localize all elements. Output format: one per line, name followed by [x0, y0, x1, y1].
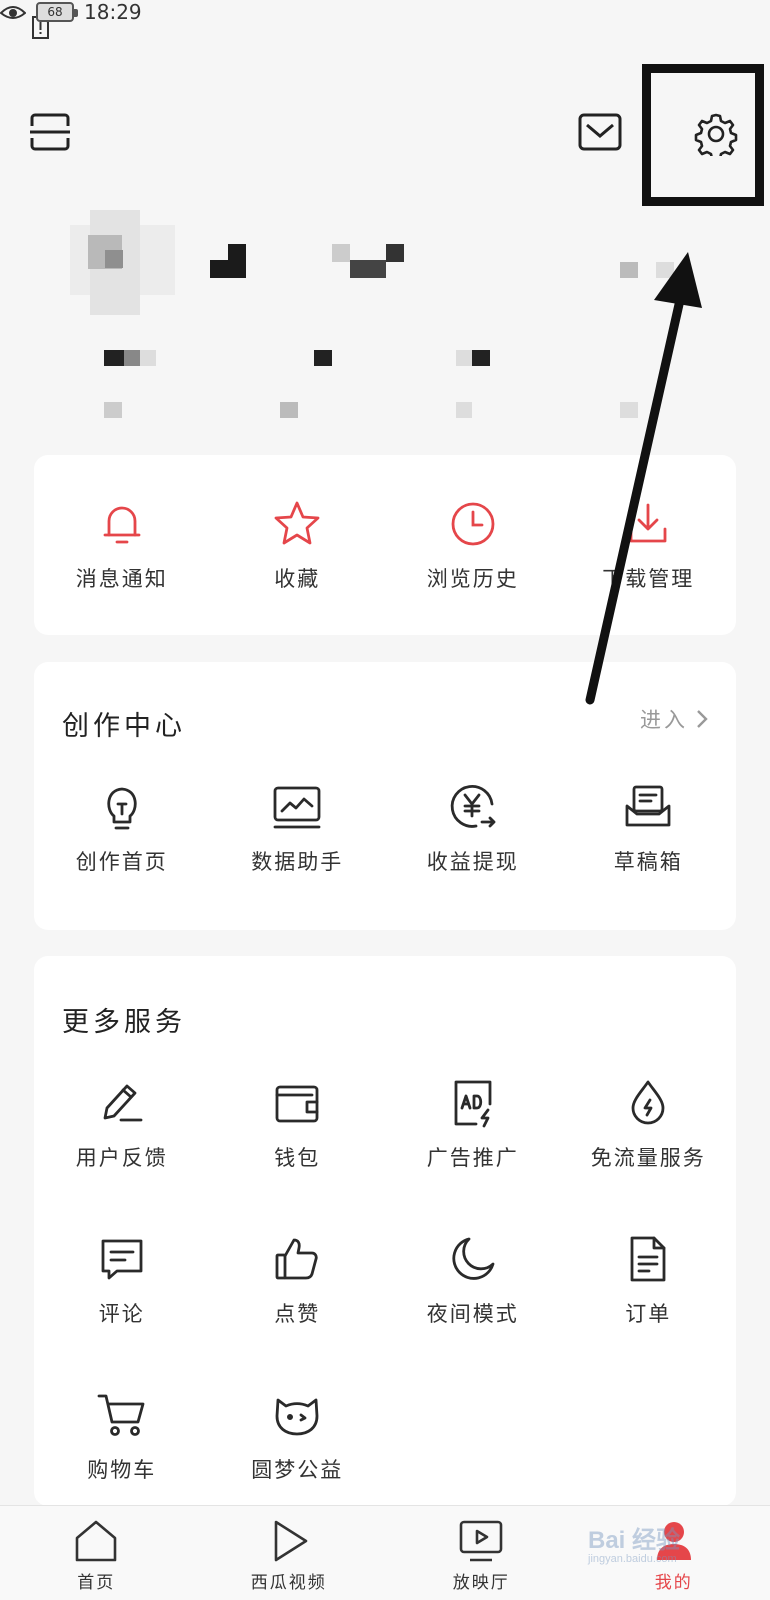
charity-button[interactable]: 圆梦公益	[210, 1388, 386, 1484]
quick-actions-card: 消息通知 收藏 浏览历史 下载管理	[34, 455, 736, 635]
chart-monitor-icon	[273, 786, 321, 829]
nav-mine-label: 我的	[654, 1573, 693, 1593]
more-services-card: 更多服务 用户反馈 钱包 广告推广 免流量服务 评论 点赞 夜间模式 订单 购物…	[34, 956, 736, 1506]
orders-label: 订单	[625, 1302, 672, 1326]
cart-button[interactable]: 购物车	[34, 1388, 210, 1484]
wallet-label: 钱包	[274, 1146, 321, 1170]
nav-home-label: 首页	[77, 1573, 116, 1593]
scan-icon[interactable]	[28, 112, 72, 152]
cat-face-icon	[275, 1398, 319, 1436]
creator-center-card: 创作中心 进入 创作首页 数据助手 收益提现 草稿箱	[34, 662, 736, 930]
favorites-label: 收藏	[274, 567, 321, 591]
wallet-icon	[275, 1085, 319, 1123]
creator-center-enter-link[interactable]: 进入	[640, 704, 708, 734]
favorites-button[interactable]: 收藏	[210, 497, 386, 593]
downloads-button[interactable]: 下载管理	[561, 497, 737, 593]
comment-icon	[101, 1239, 143, 1280]
section-title-creator-center: 创作中心	[62, 711, 186, 742]
earnings-withdraw-label: 收益提现	[426, 850, 519, 874]
history-button[interactable]: 浏览历史	[385, 497, 561, 593]
ad-promotion-button[interactable]: 广告推广	[385, 1076, 561, 1172]
orders-button[interactable]: 订单	[561, 1232, 737, 1328]
cart-icon	[97, 1394, 145, 1436]
status-right: 68 18:29	[0, 0, 770, 24]
moon-icon	[452, 1237, 495, 1280]
bell-icon	[103, 506, 141, 544]
drafts-box-icon	[625, 785, 671, 827]
profile-area	[0, 200, 770, 430]
annotation-highlight-box	[642, 64, 764, 206]
drafts-label: 草稿箱	[613, 850, 683, 874]
downloads-label: 下载管理	[602, 567, 695, 591]
data-assistant-label: 数据助手	[251, 850, 344, 874]
likes-label: 点赞	[274, 1302, 321, 1326]
eye-comfort-icon	[0, 6, 26, 19]
order-doc-icon	[630, 1236, 666, 1282]
clock-icon	[451, 502, 495, 546]
notifications-button[interactable]: 消息通知	[34, 497, 210, 593]
watermark-main: Bai 经验	[588, 1527, 681, 1554]
nav-xigua-label: 西瓜视频	[250, 1573, 327, 1593]
star-icon	[274, 501, 320, 545]
status-bar: 68 18:29	[0, 0, 770, 60]
history-label: 浏览历史	[426, 567, 519, 591]
cart-label: 购物车	[87, 1458, 157, 1482]
nav-cinema[interactable]: 放映厅	[385, 1506, 578, 1600]
night-mode-button[interactable]: 夜间模式	[385, 1232, 561, 1328]
play-icon	[274, 1520, 308, 1562]
yuan-coin-icon	[450, 784, 496, 828]
lightbulb-icon	[107, 787, 137, 830]
pen-icon	[103, 1084, 143, 1122]
status-time: 18:29	[84, 0, 142, 24]
chevron-right-icon	[697, 710, 708, 728]
creator-home-button[interactable]: 创作首页	[34, 780, 210, 876]
ad-promotion-label: 广告推广	[426, 1146, 519, 1170]
feedback-label: 用户反馈	[75, 1146, 168, 1170]
data-drop-icon	[631, 1080, 665, 1125]
likes-button[interactable]: 点赞	[210, 1232, 386, 1328]
notifications-label: 消息通知	[75, 567, 168, 591]
nav-home[interactable]: 首页	[0, 1506, 193, 1600]
wallet-button[interactable]: 钱包	[210, 1076, 386, 1172]
nav-cinema-label: 放映厅	[452, 1573, 510, 1593]
charity-label: 圆梦公益	[251, 1458, 344, 1482]
ad-icon	[454, 1080, 492, 1128]
free-data-label: 免流量服务	[590, 1146, 706, 1170]
nav-xigua-video[interactable]: 西瓜视频	[193, 1506, 386, 1600]
section-title-more-services: 更多服务	[62, 1007, 186, 1038]
battery-indicator: 68	[36, 2, 78, 22]
earnings-withdraw-button[interactable]: 收益提现	[385, 780, 561, 876]
home-icon	[75, 1520, 117, 1562]
download-icon	[629, 503, 667, 543]
comments-label: 评论	[98, 1302, 145, 1326]
free-data-button[interactable]: 免流量服务	[561, 1076, 737, 1172]
mail-icon[interactable]	[578, 113, 622, 151]
watermark: Bai 经验 jingyan.baidu.com	[588, 1520, 680, 1565]
avatar[interactable]	[70, 210, 175, 315]
watermark-sub: jingyan.baidu.com	[588, 1553, 677, 1565]
feedback-button[interactable]: 用户反馈	[34, 1076, 210, 1172]
enter-label: 进入	[640, 708, 688, 732]
night-mode-label: 夜间模式	[426, 1302, 519, 1326]
comments-button[interactable]: 评论	[34, 1232, 210, 1328]
creator-home-label: 创作首页	[75, 850, 168, 874]
data-assistant-button[interactable]: 数据助手	[210, 780, 386, 876]
thumbs-up-icon	[275, 1238, 318, 1280]
tv-play-icon	[459, 1520, 503, 1562]
drafts-button[interactable]: 草稿箱	[561, 780, 737, 876]
